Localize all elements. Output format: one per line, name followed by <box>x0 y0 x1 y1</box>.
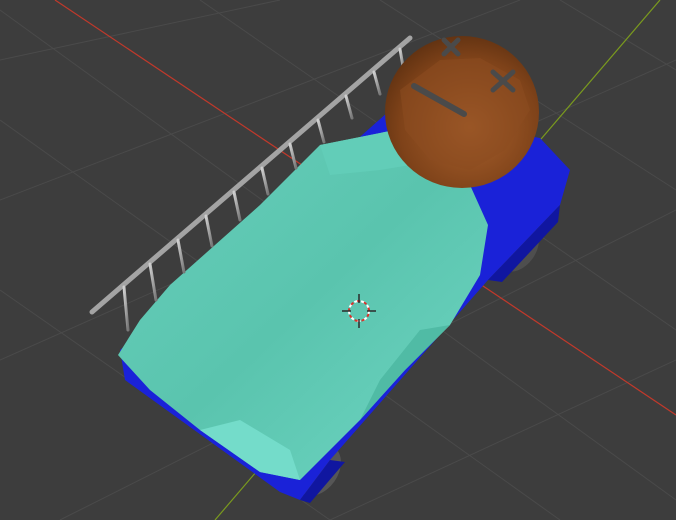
head <box>385 36 539 188</box>
blanket <box>118 130 488 480</box>
3d-viewport[interactable] <box>0 0 676 520</box>
viewport-canvas[interactable] <box>0 0 676 520</box>
